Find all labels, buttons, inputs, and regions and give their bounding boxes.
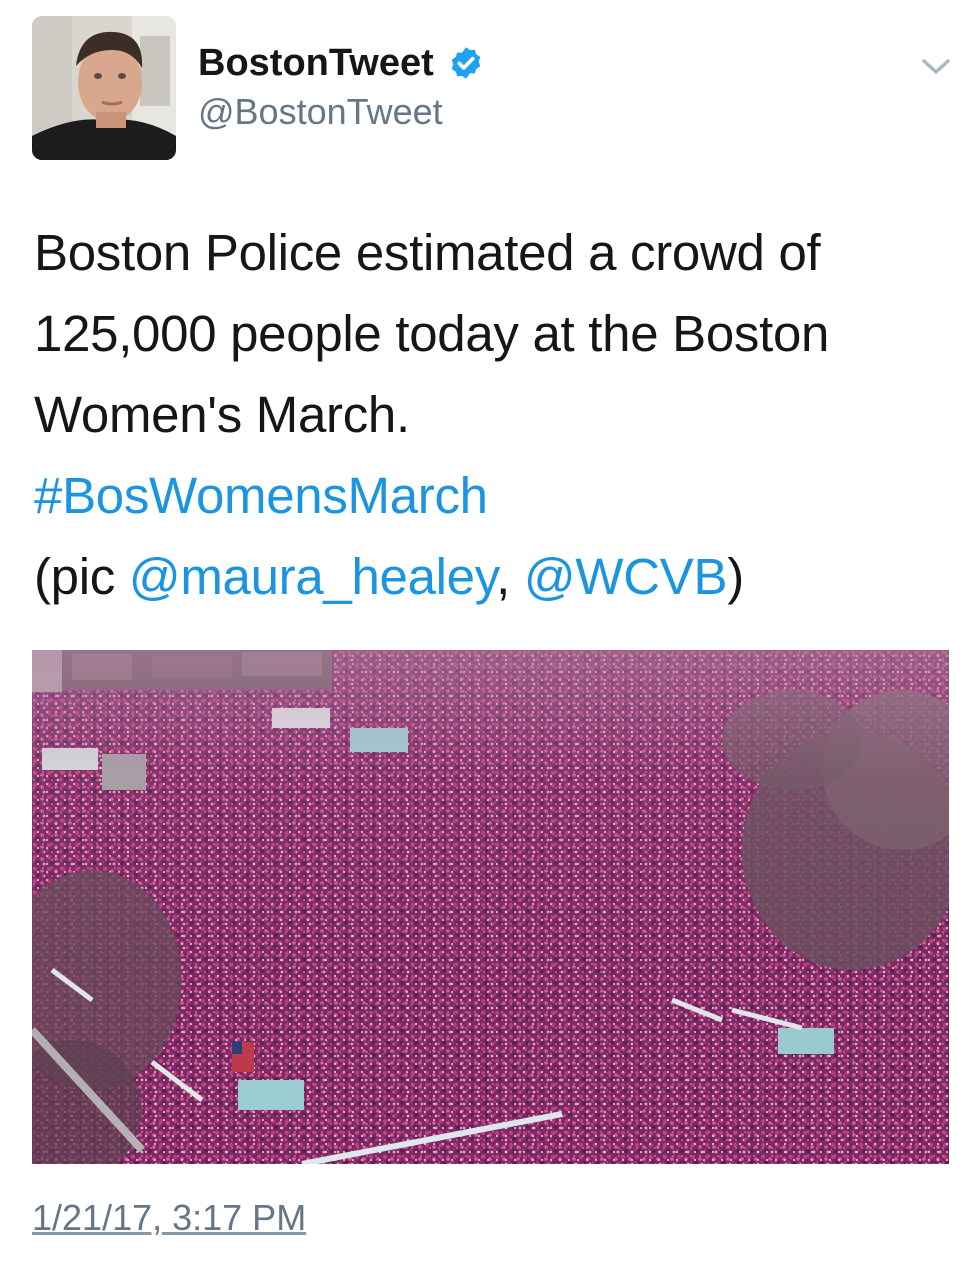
tweet-text-line-3: Women's March. — [34, 386, 410, 443]
mention-link-maura-healey[interactable]: @maura_healey — [129, 548, 497, 605]
hashtag-link[interactable]: #BosWomensMarch — [34, 467, 488, 524]
tweet-text: Boston Police estimated a crowd of 125,0… — [34, 212, 954, 617]
chevron-down-icon[interactable] — [918, 52, 954, 80]
aerial-crowd-photo-icon — [32, 650, 949, 1164]
verified-badge-icon — [451, 47, 480, 79]
tweet-photo[interactable] — [32, 650, 949, 1164]
tweet-text-line-1: Boston Police estimated a crowd of — [34, 224, 821, 281]
tweet-timestamp[interactable]: 1/21/17, 3:17 PM — [32, 1196, 306, 1240]
tweet-text-line-2: 125,000 people today at the Boston — [34, 305, 830, 362]
photo-credit: (pic @maura_healey, @WCVB) — [34, 536, 954, 617]
credit-close: ) — [727, 548, 744, 605]
author-display-name[interactable]: BostonTweet — [198, 40, 434, 86]
user-avatar-icon — [32, 16, 176, 160]
credit-open: (pic — [34, 548, 129, 605]
author-name-row: BostonTweet — [198, 40, 484, 86]
author-handle[interactable]: @BostonTweet — [198, 90, 443, 134]
avatar[interactable] — [32, 16, 176, 160]
mention-link-wcvb[interactable]: @WCVB — [524, 548, 728, 605]
credit-separator: , — [496, 548, 524, 605]
